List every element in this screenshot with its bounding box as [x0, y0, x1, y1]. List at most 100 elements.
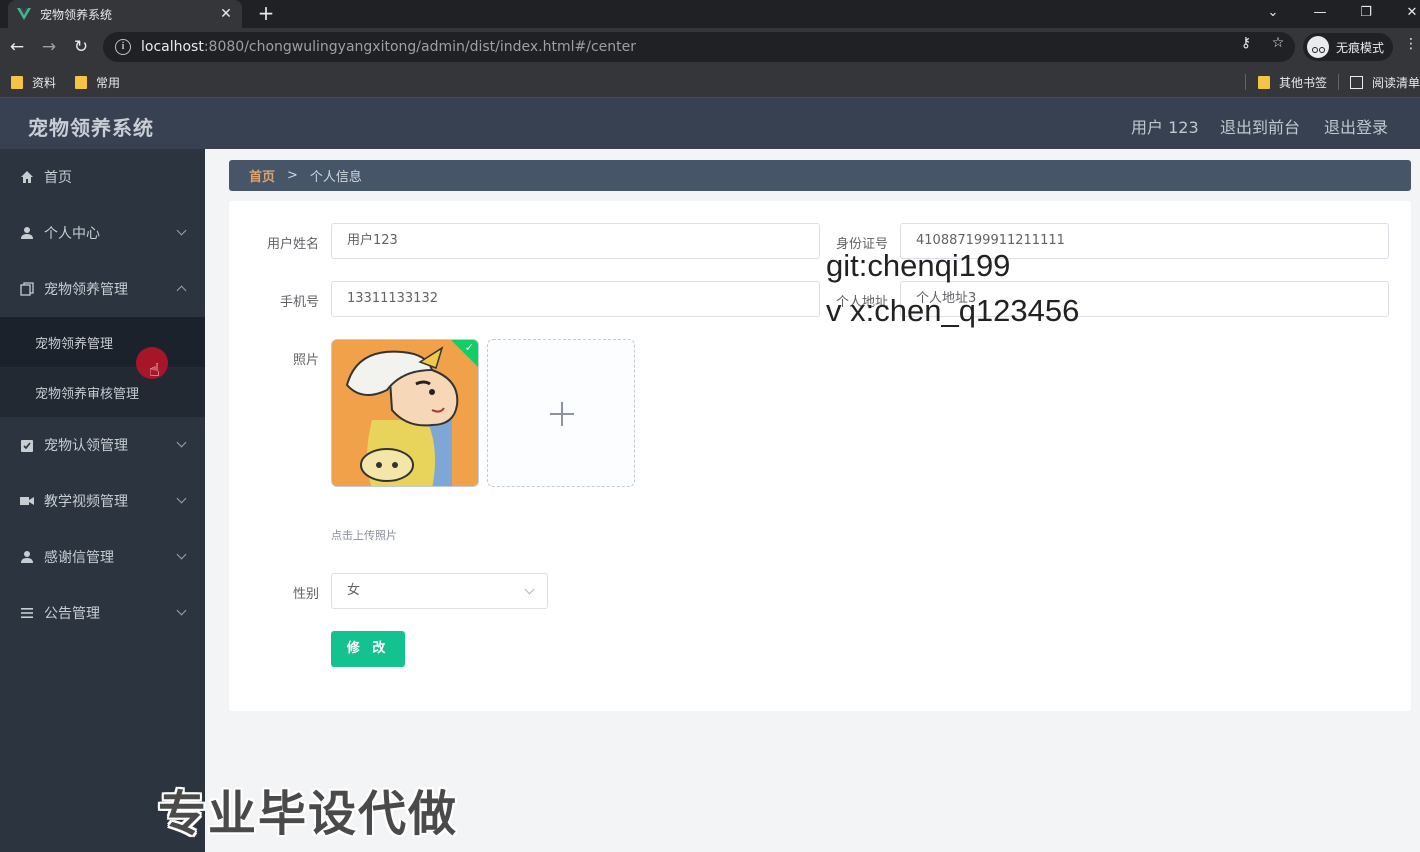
- sidebar-item-label: 感谢信管理: [44, 550, 114, 566]
- breadcrumb: 首页 > 个人信息: [229, 160, 1411, 191]
- clipboard-check-icon: [21, 440, 33, 452]
- gender-select[interactable]: 女: [331, 573, 548, 609]
- bookmarks-bar: 资料 常用 其他书签 阅读清单: [0, 66, 1420, 98]
- reload-icon[interactable]: ↻: [69, 35, 93, 59]
- sidebar-item-label: 首页: [44, 170, 72, 186]
- current-user: 用户 123: [1131, 118, 1199, 137]
- sidebar-subitem-pet-adoption[interactable]: 宠物领养管理: [0, 317, 205, 367]
- folder-icon: [75, 75, 87, 89]
- sidebar-subitem-label: 宠物领养管理: [35, 336, 114, 352]
- sidebar-item-thank-you-letter[interactable]: 感谢信管理: [0, 529, 205, 585]
- uploaded-photo[interactable]: ✓: [331, 339, 479, 487]
- minimize-icon[interactable]: —: [1297, 0, 1343, 28]
- sidebar-item-personal-center[interactable]: 个人中心: [0, 205, 205, 261]
- name-label: 用户姓名: [266, 237, 319, 252]
- incognito-label: 无痕模式: [1336, 40, 1385, 55]
- tab-title: 宠物领养系统: [40, 7, 113, 22]
- forward-icon[interactable]: →: [37, 35, 61, 59]
- folder-icon: [1258, 75, 1270, 89]
- plus-icon: [561, 402, 563, 426]
- browser-tabstrip: 宠物领养系统 ✕ + ⌄ — ❐ ✕: [0, 0, 1420, 28]
- browser-tab[interactable]: 宠物领养系统 ✕: [8, 0, 242, 28]
- bookmark-folder-ziliao[interactable]: 资料: [11, 73, 56, 91]
- sidebar-item-teaching-video[interactable]: 教学视频管理: [0, 473, 205, 529]
- bookmark-other[interactable]: 其他书签: [1258, 73, 1327, 91]
- phone-input[interactable]: 13311133132: [331, 281, 820, 317]
- user-icon: [21, 227, 33, 239]
- address-bar[interactable]: i localhost:8080/chongwulingyangxitong/a…: [103, 32, 1295, 62]
- sidebar-item-label: 教学视频管理: [44, 494, 128, 510]
- exit-to-front-link[interactable]: 退出到前台: [1220, 114, 1300, 138]
- watermark-ad: 专业毕设代做: [158, 786, 459, 842]
- url-host: localhost: [141, 39, 204, 55]
- new-tab-icon[interactable]: +: [254, 2, 278, 26]
- watermark-wechat: v x:chen_q123456: [826, 293, 1080, 328]
- sidebar-subitem-label: 宠物领养审核管理: [35, 386, 140, 402]
- vue-logo-icon: [17, 8, 31, 20]
- chevron-down-icon: [176, 437, 187, 448]
- bookmark-label: 阅读清单: [1372, 75, 1420, 90]
- bookmark-folder-changyong[interactable]: 常用: [75, 73, 120, 91]
- app-brand: 宠物领养系统: [28, 116, 154, 140]
- sidebar-item-pet-adoption[interactable]: 宠物领养管理: [0, 261, 205, 317]
- watermark-git: git:chenqi199: [826, 248, 1011, 283]
- upload-hint: 点击上传照片: [331, 529, 397, 542]
- close-window-icon[interactable]: ✕: [1389, 0, 1420, 28]
- check-icon: ✓: [464, 341, 474, 354]
- chevron-up-icon: [176, 285, 187, 296]
- browser-menu-icon[interactable]: ⋮: [1404, 36, 1418, 52]
- breadcrumb-home[interactable]: 首页: [249, 166, 275, 185]
- sidebar: 首页 个人中心 宠物领养管理 宠物领养管理 宠物领养审核管理 宠物认领管理 教学…: [0, 149, 205, 852]
- phone-label: 手机号: [279, 295, 319, 310]
- sidebar-item-label: 公告管理: [44, 606, 100, 622]
- breadcrumb-current: 个人信息: [309, 170, 362, 185]
- bookmark-separator: [1338, 74, 1339, 90]
- sidebar-item-home[interactable]: 首页: [0, 149, 205, 205]
- sidebar-item-label: 宠物认领管理: [44, 438, 128, 454]
- tab-search-icon[interactable]: ⌄: [1250, 0, 1296, 28]
- home-icon: [21, 171, 33, 183]
- hand-cursor-icon: ☝: [149, 360, 160, 381]
- gender-label: 性别: [292, 587, 319, 602]
- name-input[interactable]: 用户123: [331, 223, 820, 259]
- bookmark-label: 其他书签: [1279, 75, 1328, 90]
- list-icon: [21, 608, 33, 618]
- sidebar-item-announcement[interactable]: 公告管理: [0, 585, 205, 641]
- chevron-down-icon: [176, 549, 187, 560]
- bookmark-star-icon[interactable]: ☆: [1268, 35, 1288, 51]
- user-icon: [21, 551, 33, 563]
- incognito-icon: [1307, 36, 1329, 58]
- gender-value: 女: [347, 583, 361, 598]
- site-info-icon[interactable]: i: [115, 39, 131, 55]
- photo-label: 照片: [292, 353, 319, 368]
- breadcrumb-separator: >: [287, 168, 298, 183]
- copy-icon: [20, 282, 34, 296]
- browser-toolbar: ← → ↻ i localhost:8080/chongwulingyangxi…: [0, 28, 1420, 66]
- chevron-down-icon: [176, 493, 187, 504]
- logout-link[interactable]: 退出登录: [1324, 114, 1388, 138]
- folder-icon: [11, 75, 23, 89]
- incognito-badge[interactable]: 无痕模式: [1303, 33, 1393, 61]
- chevron-down-icon: [176, 605, 187, 616]
- bookmark-label: 资料: [32, 75, 57, 90]
- profile-form: 用户姓名 用户123 身份证号 410887199911211111 手机号 1…: [229, 201, 1411, 711]
- video-icon: [20, 497, 34, 505]
- sidebar-item-label: 个人中心: [44, 226, 100, 242]
- sidebar-subitem-adoption-review[interactable]: 宠物领养审核管理: [0, 367, 205, 417]
- bookmark-separator: [1245, 74, 1246, 90]
- avatar-image: [332, 340, 478, 486]
- url-path: :8080/chongwulingyangxitong/admin/dist/i…: [203, 39, 636, 55]
- bookmark-label: 常用: [96, 75, 121, 90]
- close-tab-icon[interactable]: ✕: [218, 6, 234, 22]
- app-header: 宠物领养系统 用户 123 退出到前台 退出登录: [0, 98, 1420, 149]
- reading-list-icon: [1350, 75, 1363, 89]
- photo-upload-button[interactable]: [487, 339, 635, 487]
- submit-button[interactable]: 修 改: [331, 631, 405, 667]
- chevron-down-icon: [176, 225, 187, 236]
- reading-list[interactable]: 阅读清单: [1350, 73, 1420, 91]
- restore-icon[interactable]: ❐: [1343, 0, 1389, 28]
- key-icon[interactable]: ⚷: [1236, 35, 1256, 51]
- chevron-down-icon: [524, 584, 535, 595]
- sidebar-item-pet-claim[interactable]: 宠物认领管理: [0, 417, 205, 473]
- back-icon[interactable]: ←: [5, 35, 29, 59]
